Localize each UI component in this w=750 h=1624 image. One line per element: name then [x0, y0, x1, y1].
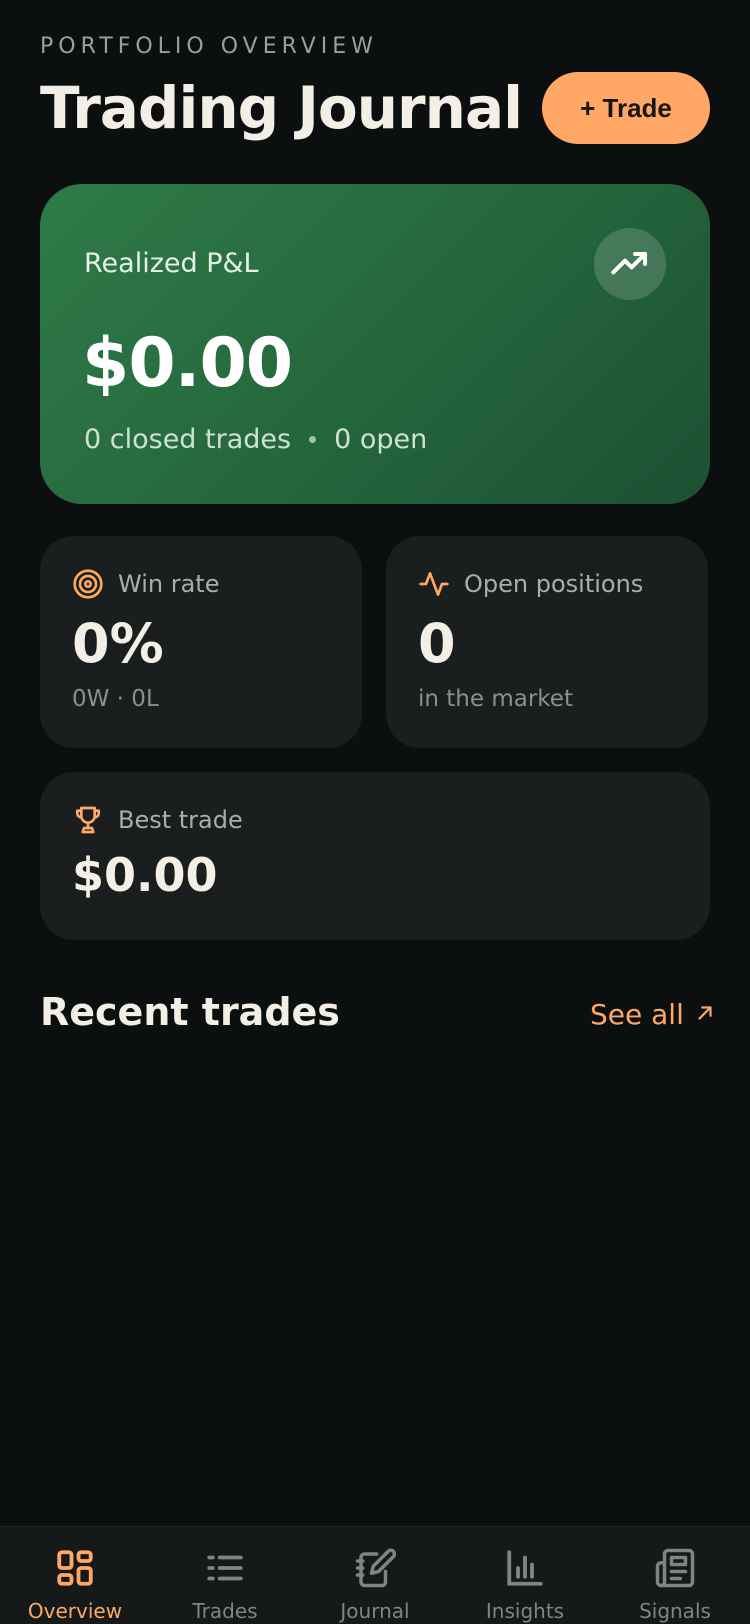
nav-item-journal[interactable]: Journal: [300, 1545, 450, 1624]
recent-trades-title: Recent trades: [40, 990, 340, 1034]
trophy-icon: [72, 804, 104, 836]
nav-label-journal: Journal: [340, 1599, 410, 1623]
see-all-link[interactable]: See all: [590, 998, 716, 1031]
best-trade-label: Best trade: [118, 806, 243, 834]
newspaper-icon: [654, 1545, 696, 1591]
nav-label-overview: Overview: [27, 1599, 123, 1623]
arrow-up-right-icon: [694, 998, 716, 1031]
win-loss-count: 0W · 0L: [72, 686, 159, 712]
grid-icon: [54, 1545, 96, 1591]
nav-item-overview[interactable]: Overview: [0, 1545, 150, 1624]
nav-label-insights: Insights: [485, 1599, 565, 1623]
open-trades-count: 0 open: [334, 424, 428, 455]
add-trade-button[interactable]: + Trade: [542, 72, 710, 144]
open-positions-card: Open positions 0 in the market: [386, 536, 708, 748]
notebook-pen-icon: [354, 1545, 396, 1591]
open-positions-value: 0: [418, 612, 456, 675]
open-positions-subtext: in the market: [418, 686, 573, 712]
nav-label-trades: Trades: [192, 1599, 258, 1623]
list-icon: [204, 1545, 246, 1591]
closed-trades-count: 0 closed trades: [84, 424, 292, 455]
best-trade-card: Best trade $0.00: [40, 772, 710, 940]
bar-chart-icon: [504, 1545, 546, 1591]
pnl-summary: 0 closed trades 0 open: [84, 424, 427, 455]
pnl-label: Realized P&L: [84, 248, 259, 279]
best-trade-value: $0.00: [72, 848, 218, 902]
nav-item-trades[interactable]: Trades: [150, 1545, 300, 1624]
win-rate-card: Win rate 0% 0W · 0L: [40, 536, 362, 748]
bottom-nav: Overview Trades Journal Insights Signals: [0, 1526, 750, 1624]
trending-up-icon: [594, 228, 666, 300]
nav-label-signals: Signals: [639, 1599, 711, 1623]
win-rate-header: Win rate: [72, 568, 219, 600]
activity-icon: [418, 568, 450, 600]
target-icon: [72, 568, 104, 600]
see-all-label: See all: [590, 998, 684, 1031]
app-screen: PORTFOLIO OVERVIEW Trading Journal + Tra…: [0, 0, 750, 1624]
win-rate-label: Win rate: [118, 570, 220, 598]
win-rate-value: 0%: [72, 612, 164, 675]
best-trade-header: Best trade: [72, 804, 243, 836]
nav-item-insights[interactable]: Insights: [450, 1545, 600, 1624]
open-positions-label: Open positions: [464, 570, 644, 598]
page-eyebrow: PORTFOLIO OVERVIEW: [40, 34, 378, 59]
open-positions-header: Open positions: [418, 568, 643, 600]
separator-dot: [309, 436, 317, 443]
nav-item-signals[interactable]: Signals: [600, 1545, 750, 1624]
realized-pnl-card: Realized P&L $0.00 0 closed trades 0 ope…: [40, 184, 710, 504]
page-title: Trading Journal: [40, 74, 523, 142]
pnl-value: $0.00: [82, 324, 293, 403]
